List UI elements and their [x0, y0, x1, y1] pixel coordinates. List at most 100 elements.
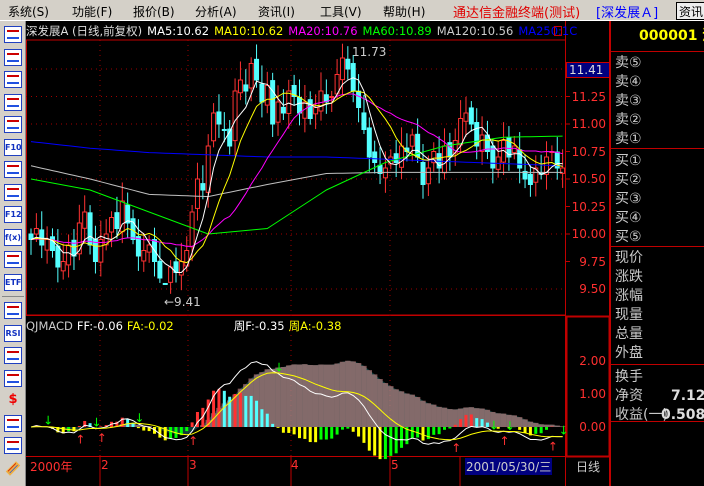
news-button[interactable]: 资讯	[676, 2, 704, 20]
candle-down	[345, 58, 351, 70]
candle-down	[527, 173, 533, 185]
stat-label: 现价	[615, 250, 643, 266]
f10-icon[interactable]: F10	[4, 138, 22, 156]
ticket-icon[interactable]	[4, 414, 22, 432]
candle-up	[463, 112, 469, 122]
buy-level-5: 买⑤	[615, 229, 642, 245]
sell-level-4: 卖④	[615, 74, 642, 90]
candle-down	[366, 127, 372, 158]
menu-tools[interactable]: 工具(V)	[320, 3, 362, 20]
quote-list-icon[interactable]	[4, 48, 22, 66]
current-price-tag: 11.41	[566, 62, 610, 78]
menu-system[interactable]: 系统(S)	[8, 3, 49, 20]
price-axis-label: 10.50	[571, 172, 606, 186]
macd-ff: FF:-0.06	[76, 319, 123, 333]
candle-down	[200, 183, 206, 191]
ma10-line	[30, 90, 563, 264]
menu-news[interactable]: 资讯(I)	[258, 3, 295, 20]
candle-down	[280, 106, 286, 114]
candle-up	[339, 57, 345, 81]
candle-down	[361, 112, 367, 130]
app-title: 通达信金融终端(测试)	[453, 6, 581, 21]
candle-up	[76, 222, 82, 255]
tree-icon[interactable]	[4, 161, 22, 178]
macd-wf: 周F:-0.35	[233, 319, 285, 333]
price-axis-label: 10.25	[571, 200, 606, 214]
sell-arrow-icon: ↓	[274, 360, 284, 374]
report-icon[interactable]	[4, 26, 22, 43]
ma10-value: MA10:10.62	[214, 24, 284, 38]
macd-axis-label: 1.00	[579, 387, 606, 401]
ma120-value: MA120:10.56	[436, 24, 514, 38]
kline-icon[interactable]	[4, 93, 22, 111]
cursor-date: 2001/05/30/三	[465, 458, 553, 475]
panel-toggle-icon[interactable]	[554, 26, 562, 36]
price-axis-label: 11.00	[571, 117, 606, 131]
buy-arrow-icon: ↑	[500, 434, 510, 448]
candle-up	[211, 112, 217, 142]
buy-arrow-icon: ↑	[548, 439, 558, 453]
time-axis-label: 3	[189, 458, 197, 472]
candle-down	[157, 260, 163, 279]
candle-down	[356, 90, 362, 109]
menu-quote[interactable]: 报价(B)	[133, 3, 175, 20]
candle-down	[135, 236, 141, 257]
macd-panel-title: QJMACD FF:-0.06 FA:-0.02 周F:-0.35 周A:-0.38	[26, 318, 345, 334]
macd-wa: 周A:-0.38	[288, 319, 342, 333]
left-toolbar: F10 F12 f(x) ETF RSI $	[0, 21, 26, 486]
price-axis-label: 10.00	[571, 227, 606, 241]
candle-up	[168, 266, 174, 283]
candle-up	[109, 217, 115, 233]
ma120-line	[30, 165, 563, 198]
candle-up	[33, 228, 39, 235]
candle-down	[297, 96, 302, 114]
candle-down	[243, 84, 249, 92]
kline-chart[interactable]: ↓↑↓↑↓↑↓↑↓↑↓↑↓	[26, 21, 610, 486]
candle-down	[221, 128, 227, 131]
price-panel-title: 深发展A (日线,前复权) MA5:10.62 MA10:10.62 MA20:10.…	[26, 23, 582, 39]
window-icon[interactable]	[4, 116, 22, 133]
formula-icon[interactable]: f(x)	[4, 228, 22, 246]
candle-up	[458, 118, 464, 146]
rsi-icon[interactable]: RSI	[4, 324, 22, 342]
grid-icon[interactable]	[4, 369, 22, 387]
sell-arrow-icon: ↓	[134, 411, 144, 425]
notes-icon[interactable]	[4, 183, 22, 201]
candle-up	[399, 145, 405, 168]
sell-level-5: 卖⑤	[615, 55, 642, 71]
exit-icon[interactable]	[4, 437, 22, 454]
candle-up	[60, 261, 66, 272]
candle-up	[441, 145, 447, 174]
etf-icon[interactable]: ETF	[4, 273, 22, 291]
price-panel-frame	[26, 39, 566, 316]
candle-down	[420, 161, 426, 185]
candle-down	[49, 236, 55, 252]
candle-up	[248, 63, 254, 89]
candle-down	[216, 111, 222, 125]
candle-down	[259, 83, 265, 103]
pencil-icon[interactable]	[5, 460, 21, 476]
sell-arrow-icon: ↓	[91, 416, 101, 430]
price-axis-label: 9.75	[579, 255, 606, 269]
buy-arrow-icon: ↑	[75, 432, 85, 446]
refresh-icon[interactable]	[4, 347, 22, 364]
menu-function[interactable]: 功能(F)	[72, 3, 112, 20]
money-icon[interactable]: $	[4, 392, 22, 409]
menu-help[interactable]: 帮助(H)	[383, 3, 425, 20]
zoom-icon[interactable]	[4, 251, 22, 268]
ma20-value: MA20:10.76	[288, 24, 358, 38]
candle-down	[254, 58, 260, 81]
f12-icon[interactable]: F12	[4, 206, 22, 223]
candle-up	[205, 145, 211, 193]
macd-name: QJMACD	[26, 319, 73, 333]
period-button[interactable]: 日线	[576, 458, 600, 475]
stat-label: 外盘	[615, 345, 643, 361]
stock-period-label: 深发展A (日线,前复权)	[26, 24, 143, 38]
buy-level-1: 买①	[615, 153, 642, 169]
menu-analysis[interactable]: 分析(A)	[195, 3, 237, 20]
candle-up	[275, 101, 281, 123]
trend-chart-icon[interactable]	[4, 71, 22, 88]
candle-up	[66, 244, 72, 266]
menu-bar: 系统(S) 功能(F) 报价(B) 分析(A) 资讯(I) 工具(V) 帮助(H…	[0, 0, 704, 21]
macd-icon[interactable]	[4, 302, 22, 319]
